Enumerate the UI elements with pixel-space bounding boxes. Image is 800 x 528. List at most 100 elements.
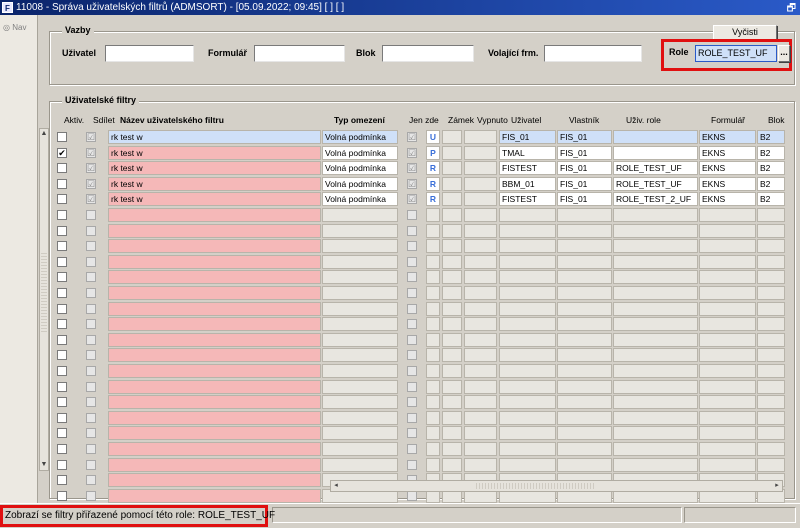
role-cell[interactable] xyxy=(613,332,698,347)
formular-cell[interactable]: EKNS xyxy=(699,192,756,207)
role-cell[interactable] xyxy=(613,317,698,332)
vlastnik-cell[interactable] xyxy=(557,379,612,394)
uzivatel-cell[interactable] xyxy=(499,286,556,300)
vypnuto2-cell[interactable] xyxy=(464,442,497,456)
typ-cell[interactable] xyxy=(322,457,398,472)
uzivatel-cell[interactable] xyxy=(499,410,556,425)
uzivatel-cell[interactable] xyxy=(499,223,556,238)
zamek-cell[interactable]: U xyxy=(426,130,440,144)
vypnuto2-cell[interactable] xyxy=(464,208,497,222)
formular-cell[interactable] xyxy=(699,442,756,456)
vypnuto2-cell[interactable] xyxy=(464,161,497,176)
aktiv-checkbox[interactable] xyxy=(57,412,67,423)
zamek-cell[interactable] xyxy=(426,332,440,347)
uzivatel-cell[interactable] xyxy=(499,364,556,378)
vlastnik-cell[interactable] xyxy=(557,239,612,254)
blok-cell[interactable] xyxy=(757,317,785,332)
jenzde-checkbox[interactable] xyxy=(407,350,417,361)
empty-table-row[interactable] xyxy=(49,379,795,395)
sdilet-checkbox[interactable] xyxy=(86,210,96,220)
vlastnik-cell[interactable] xyxy=(557,332,612,347)
aktiv-checkbox[interactable] xyxy=(57,366,67,376)
typ-cell[interactable] xyxy=(322,364,398,378)
sdilet-checkbox[interactable] xyxy=(86,366,96,376)
vypnuto-cell[interactable] xyxy=(442,364,462,378)
formular-cell[interactable] xyxy=(699,426,756,441)
jenzde-checkbox[interactable] xyxy=(407,210,417,220)
formular-cell[interactable] xyxy=(699,395,756,410)
role-cell[interactable] xyxy=(613,442,698,456)
sdilet-checkbox[interactable] xyxy=(86,412,96,423)
blok-cell[interactable] xyxy=(757,348,785,363)
nazev-cell[interactable] xyxy=(108,488,321,503)
vypnuto2-cell[interactable] xyxy=(464,239,497,254)
nazev-cell[interactable] xyxy=(108,457,321,472)
blok-cell[interactable] xyxy=(757,286,785,300)
vypnuto-cell[interactable] xyxy=(442,239,462,254)
vypnuto2-cell[interactable] xyxy=(464,379,497,394)
empty-table-row[interactable] xyxy=(49,254,795,270)
empty-table-row[interactable] xyxy=(49,317,795,332)
typ-cell[interactable] xyxy=(322,332,398,347)
vypnuto-cell[interactable] xyxy=(442,286,462,300)
aktiv-checkbox[interactable] xyxy=(57,428,67,439)
empty-table-row[interactable] xyxy=(49,348,795,363)
aktiv-checkbox[interactable] xyxy=(57,163,67,174)
scroll-down-icon[interactable]: ▼ xyxy=(40,460,48,470)
scroll-right-icon[interactable]: ▸ xyxy=(772,481,782,491)
blok-cell[interactable] xyxy=(757,457,785,472)
empty-table-row[interactable] xyxy=(49,426,795,441)
uzivatel-input[interactable] xyxy=(105,45,194,62)
blok-cell[interactable] xyxy=(757,442,785,456)
vypnuto2-cell[interactable] xyxy=(464,176,497,191)
nazev-cell[interactable] xyxy=(108,410,321,425)
empty-table-row[interactable] xyxy=(49,457,795,473)
formular-cell[interactable]: EKNS xyxy=(699,176,756,191)
table-row[interactable]: ☑ rk test w Volná podmínka ☑ R FISTEST FIS_01 R… xyxy=(49,161,795,176)
sdilet-checkbox[interactable] xyxy=(86,272,96,283)
zamek-cell[interactable] xyxy=(426,379,440,394)
uzivatel-cell[interactable] xyxy=(499,208,556,222)
role-input[interactable]: ROLE_TEST_UF xyxy=(695,45,777,62)
vlastnik-cell[interactable] xyxy=(557,223,612,238)
zamek-cell[interactable]: R xyxy=(426,176,440,191)
zamek-cell[interactable] xyxy=(426,442,440,456)
role-cell[interactable] xyxy=(613,145,698,160)
jenzde-checkbox[interactable]: ☑ xyxy=(407,178,417,189)
zamek-cell[interactable] xyxy=(426,426,440,441)
uzivatel-cell[interactable]: FISTEST xyxy=(499,161,556,176)
horizontal-scrollbar[interactable]: ◂ ▸ xyxy=(330,480,783,492)
uzivatel-cell[interactable] xyxy=(499,426,556,441)
aktiv-checkbox[interactable] xyxy=(57,288,67,298)
vypnuto2-cell[interactable] xyxy=(464,395,497,410)
nazev-cell[interactable] xyxy=(108,223,321,238)
vypnuto-cell[interactable] xyxy=(442,332,462,347)
typ-cell[interactable] xyxy=(322,426,398,441)
jenzde-checkbox[interactable] xyxy=(407,225,417,236)
uzivatel-cell[interactable] xyxy=(499,254,556,269)
role-cell[interactable]: ROLE_TEST_2_UF xyxy=(613,192,698,207)
vlastnik-cell[interactable]: FIS_01 xyxy=(557,161,612,176)
jenzde-checkbox[interactable] xyxy=(407,397,417,408)
formular-cell[interactable] xyxy=(699,254,756,269)
sdilet-checkbox[interactable]: ☑ xyxy=(86,194,96,205)
clear-button[interactable]: Vyčisti xyxy=(713,25,777,40)
vypnuto-cell[interactable] xyxy=(442,317,462,332)
blok-cell[interactable] xyxy=(757,379,785,394)
empty-table-row[interactable] xyxy=(49,301,795,317)
zamek-cell[interactable] xyxy=(426,239,440,254)
blok-cell[interactable]: B2 xyxy=(757,192,785,207)
role-cell[interactable] xyxy=(613,223,698,238)
blok-cell[interactable]: B2 xyxy=(757,130,785,144)
uzivatel-cell[interactable]: FIS_01 xyxy=(499,130,556,144)
vypnuto-cell[interactable] xyxy=(442,426,462,441)
blok-cell[interactable]: B2 xyxy=(757,161,785,176)
nazev-cell[interactable]: rk test w xyxy=(108,161,321,176)
vypnuto-cell[interactable] xyxy=(442,379,462,394)
jenzde-checkbox[interactable]: ☑ xyxy=(407,147,417,158)
role-cell[interactable] xyxy=(613,270,698,285)
uzivatel-cell[interactable]: TMAL xyxy=(499,145,556,160)
aktiv-checkbox[interactable] xyxy=(57,210,67,220)
jenzde-checkbox[interactable] xyxy=(407,288,417,298)
empty-table-row[interactable] xyxy=(49,395,795,410)
